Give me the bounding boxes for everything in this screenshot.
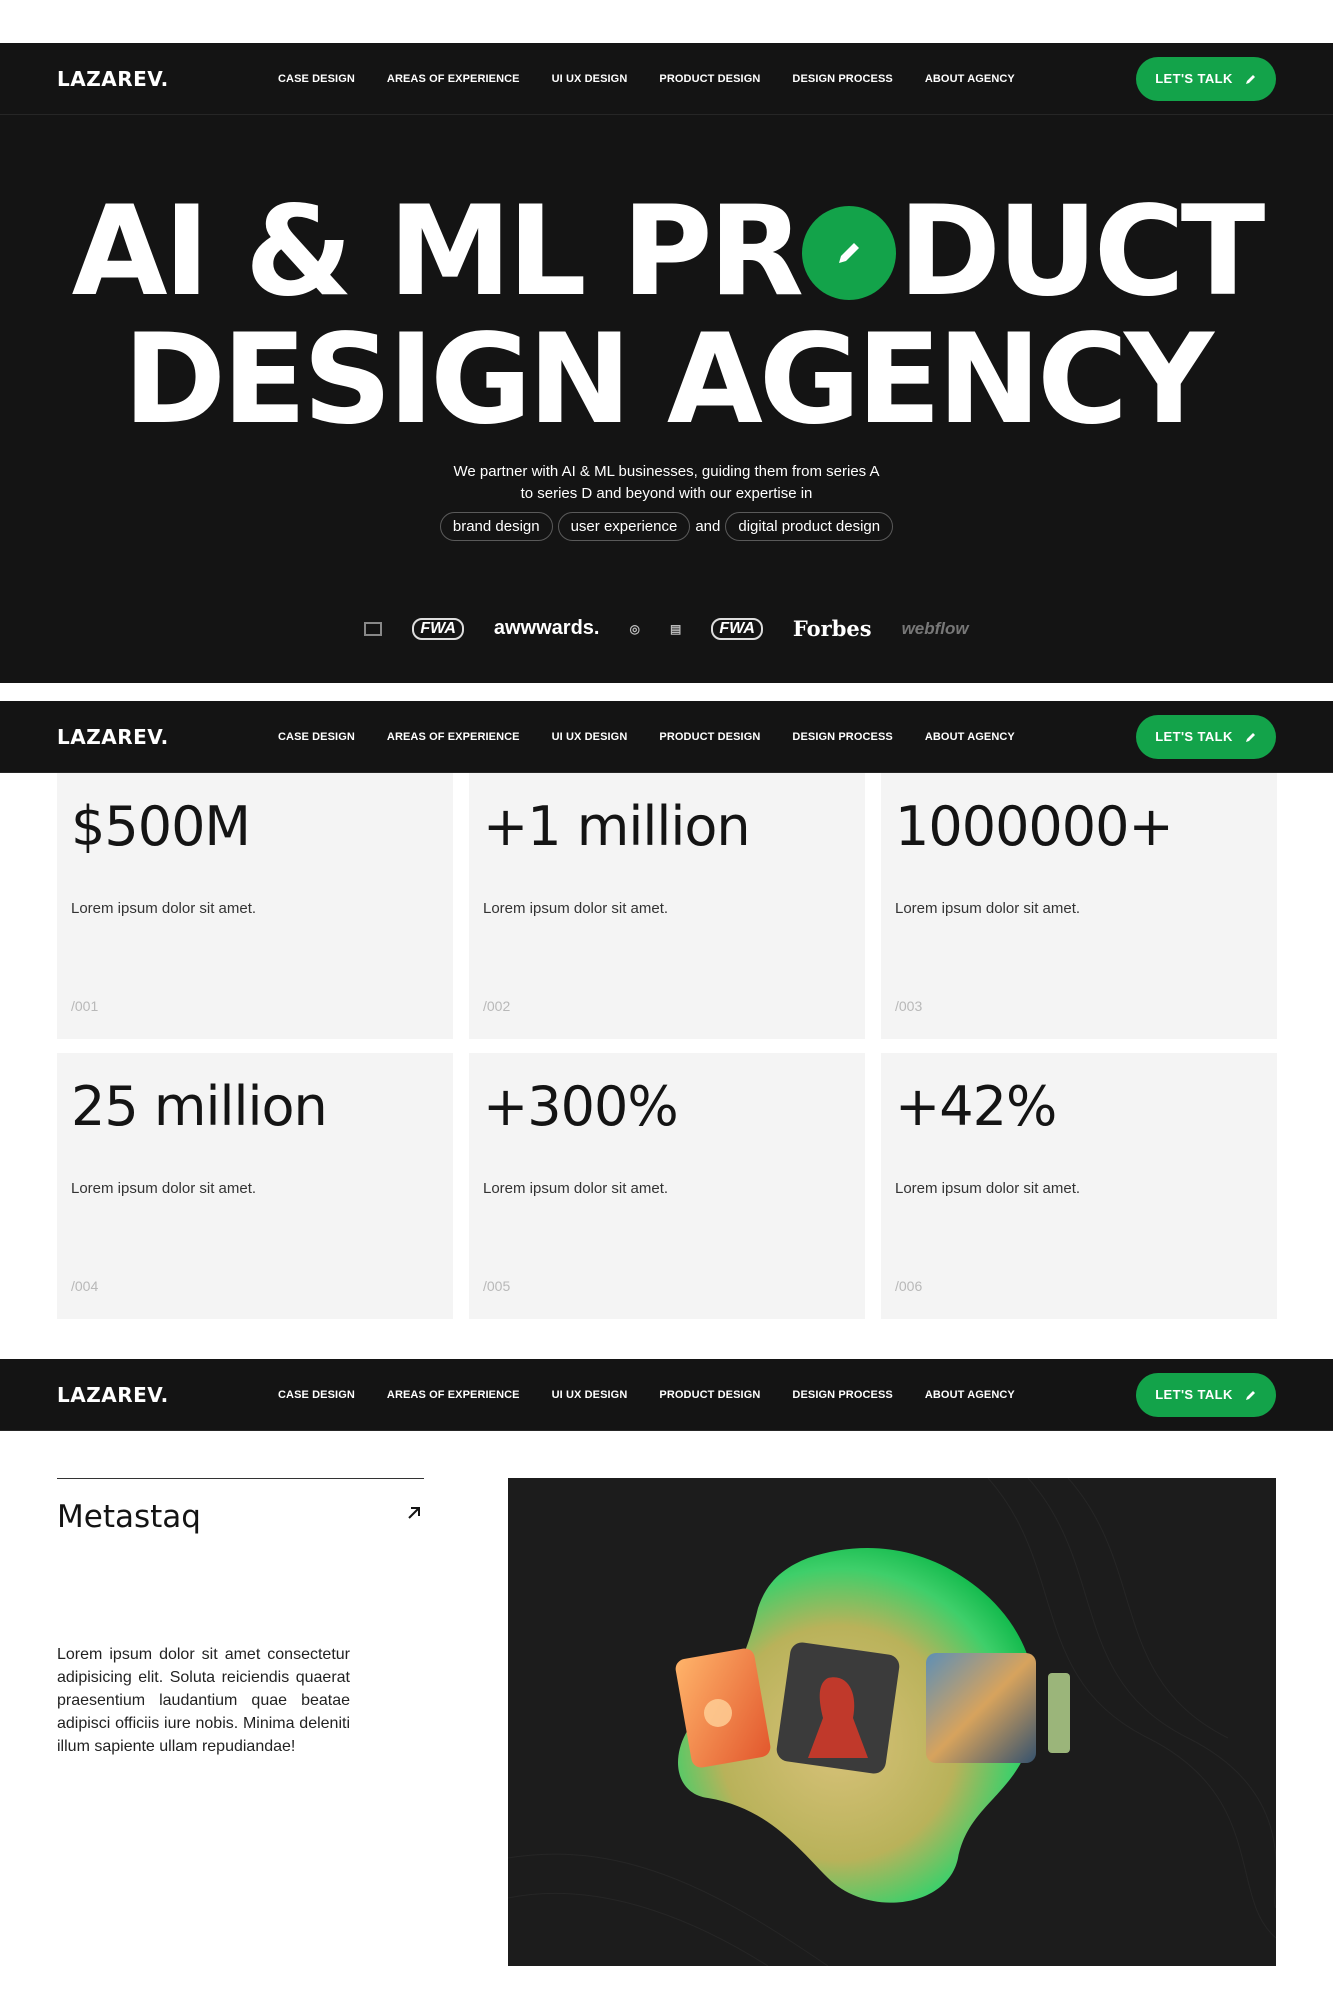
stat-card: +1 million Lorem ipsum dolor sit amet. /… bbox=[469, 773, 865, 1039]
stat-description: Lorem ipsum dolor sit amet. bbox=[483, 1180, 669, 1197]
pencil-icon bbox=[1245, 74, 1255, 84]
stat-description: Lorem ipsum dolor sit amet. bbox=[483, 900, 669, 917]
stat-card: +42% Lorem ipsum dolor sit amet. /006 bbox=[881, 1053, 1277, 1319]
pencil-icon bbox=[1245, 1390, 1255, 1400]
hero-title-part2: DUCT bbox=[898, 180, 1265, 324]
stat-card: +300% Lorem ipsum dolor sit amet. /005 bbox=[469, 1053, 865, 1319]
pill-digital-product-design[interactable]: digital product design bbox=[725, 512, 894, 541]
pill-user-experience[interactable]: user experience bbox=[557, 512, 691, 541]
pencil-icon bbox=[1245, 732, 1255, 742]
ibm-logo: ▤ bbox=[669, 621, 682, 636]
stat-index: /004 bbox=[71, 1278, 99, 1294]
pill-brand-design[interactable]: brand design bbox=[439, 512, 553, 541]
case-header: Metastaq bbox=[57, 1478, 424, 1535]
nav-bar: LAZAREV. CASE DESIGN AREAS OF EXPERIENCE… bbox=[0, 43, 1333, 115]
pill-connector: and bbox=[695, 518, 721, 535]
hero-subtitle: We partner with AI & ML businesses, guid… bbox=[0, 461, 1333, 505]
arrow-up-right-icon[interactable] bbox=[404, 1503, 424, 1523]
stat-description: Lorem ipsum dolor sit amet. bbox=[895, 900, 1081, 917]
stat-index: /001 bbox=[71, 998, 99, 1014]
stat-card: 25 million Lorem ipsum dolor sit amet. /… bbox=[57, 1053, 453, 1319]
menu-item-about-agency[interactable]: ABOUT AGENCY bbox=[925, 1389, 1015, 1401]
fwa-logo: FWA bbox=[711, 617, 763, 640]
case-description: Lorem ipsum dolor sit amet consectetur a… bbox=[57, 1646, 350, 1755]
stat-index: /003 bbox=[895, 998, 923, 1014]
lets-talk-button[interactable]: LET'S TALK bbox=[1136, 56, 1276, 101]
fwa-logo: FWA bbox=[412, 617, 464, 640]
stat-value: +300% bbox=[483, 1075, 679, 1138]
case-title[interactable]: Metastaq bbox=[57, 1499, 201, 1535]
stat-value: +42% bbox=[895, 1075, 1057, 1138]
lets-talk-button[interactable]: LET'S TALK bbox=[1136, 1372, 1276, 1417]
cta-label: LET'S TALK bbox=[1155, 1387, 1233, 1402]
stat-description: Lorem ipsum dolor sit amet. bbox=[895, 1180, 1081, 1197]
hero-badge[interactable] bbox=[802, 206, 897, 300]
menu-item-ui-ux-design[interactable]: UI UX DESIGN bbox=[552, 731, 628, 743]
menu-item-areas-of-experience[interactable]: AREAS OF EXPERIENCE bbox=[387, 1389, 520, 1401]
menu-item-product-design[interactable]: PRODUCT DESIGN bbox=[659, 1389, 760, 1401]
awwwards-logo: awwwards. bbox=[493, 617, 600, 639]
stat-index: /002 bbox=[483, 998, 511, 1014]
hero-subtitle-line2: to series D and beyond with our expertis… bbox=[520, 485, 813, 502]
webflow-logo: webflow bbox=[901, 618, 969, 638]
hero-section: LAZAREV. CASE DESIGN AREAS OF EXPERIENCE… bbox=[0, 43, 1333, 683]
card-landscape bbox=[926, 1653, 1036, 1763]
nav-bar: LAZAREV. CASE DESIGN AREAS OF EXPERIENCE… bbox=[0, 701, 1333, 773]
stat-value: 25 million bbox=[71, 1075, 328, 1138]
expertise-pills: brand design user experience and digital… bbox=[0, 512, 1333, 541]
menu-item-case-design[interactable]: CASE DESIGN bbox=[278, 73, 355, 85]
main-menu: CASE DESIGN AREAS OF EXPERIENCE UI UX DE… bbox=[278, 1389, 1136, 1401]
menu-item-case-design[interactable]: CASE DESIGN bbox=[278, 1389, 355, 1401]
menu-item-ui-ux-design[interactable]: UI UX DESIGN bbox=[552, 1389, 628, 1401]
cta-label: LET'S TALK bbox=[1155, 71, 1233, 86]
nav-bar: LAZAREV. CASE DESIGN AREAS OF EXPERIENCE… bbox=[0, 1359, 1333, 1431]
forbes-logo: Forbes bbox=[792, 616, 872, 641]
logo[interactable]: LAZAREV. bbox=[57, 1383, 278, 1407]
menu-item-design-process[interactable]: DESIGN PROCESS bbox=[792, 73, 892, 85]
menu-item-about-agency[interactable]: ABOUT AGENCY bbox=[925, 731, 1015, 743]
logo[interactable]: LAZAREV. bbox=[57, 725, 278, 749]
lets-talk-button[interactable]: LET'S TALK bbox=[1136, 714, 1276, 759]
stat-value: $500M bbox=[71, 795, 251, 858]
menu-item-case-design[interactable]: CASE DESIGN bbox=[278, 731, 355, 743]
stat-card: $500M Lorem ipsum dolor sit amet. /001 bbox=[57, 773, 453, 1039]
small-logo-icon: ◎ bbox=[629, 621, 640, 636]
menu-item-areas-of-experience[interactable]: AREAS OF EXPERIENCE bbox=[387, 731, 520, 743]
main-menu: CASE DESIGN AREAS OF EXPERIENCE UI UX DE… bbox=[278, 731, 1136, 743]
pencil-icon bbox=[839, 243, 860, 263]
menu-item-product-design[interactable]: PRODUCT DESIGN bbox=[659, 731, 760, 743]
menu-item-design-process[interactable]: DESIGN PROCESS bbox=[792, 731, 892, 743]
menu-item-areas-of-experience[interactable]: AREAS OF EXPERIENCE bbox=[387, 73, 520, 85]
menu-item-ui-ux-design[interactable]: UI UX DESIGN bbox=[552, 73, 628, 85]
main-menu: CASE DESIGN AREAS OF EXPERIENCE UI UX DE… bbox=[278, 73, 1136, 85]
logo[interactable]: LAZAREV. bbox=[57, 67, 278, 91]
menu-item-product-design[interactable]: PRODUCT DESIGN bbox=[659, 73, 760, 85]
stat-description: Lorem ipsum dolor sit amet. bbox=[71, 900, 257, 917]
hero-title-part1: AI & ML PR bbox=[71, 180, 805, 324]
stat-index: /006 bbox=[895, 1278, 923, 1294]
stats-grid: $500M Lorem ipsum dolor sit amet. /001 +… bbox=[57, 773, 1277, 1319]
case-illustration bbox=[508, 1478, 1276, 1966]
client-logos: FWA awwwards. ◎ ▤ FWA Forbes webflow bbox=[0, 616, 1333, 641]
hero-title: AI & ML PR DUCT DESIGN AGENCY bbox=[0, 188, 1333, 444]
hero-subtitle-line1: We partner with AI & ML businesses, guid… bbox=[453, 463, 880, 480]
stat-description: Lorem ipsum dolor sit amet. bbox=[71, 1180, 257, 1197]
menu-item-about-agency[interactable]: ABOUT AGENCY bbox=[925, 73, 1015, 85]
stat-index: /005 bbox=[483, 1278, 511, 1294]
cta-label: LET'S TALK bbox=[1155, 729, 1233, 744]
case-image[interactable] bbox=[508, 1478, 1276, 1966]
stat-value: +1 million bbox=[483, 795, 751, 858]
stat-card: 1000000+ Lorem ipsum dolor sit amet. /00… bbox=[881, 773, 1277, 1039]
pmi-logo bbox=[364, 621, 383, 636]
menu-item-design-process[interactable]: DESIGN PROCESS bbox=[792, 1389, 892, 1401]
stat-value: 1000000+ bbox=[895, 795, 1174, 858]
hero-title-line2: DESIGN AGENCY bbox=[123, 308, 1214, 452]
